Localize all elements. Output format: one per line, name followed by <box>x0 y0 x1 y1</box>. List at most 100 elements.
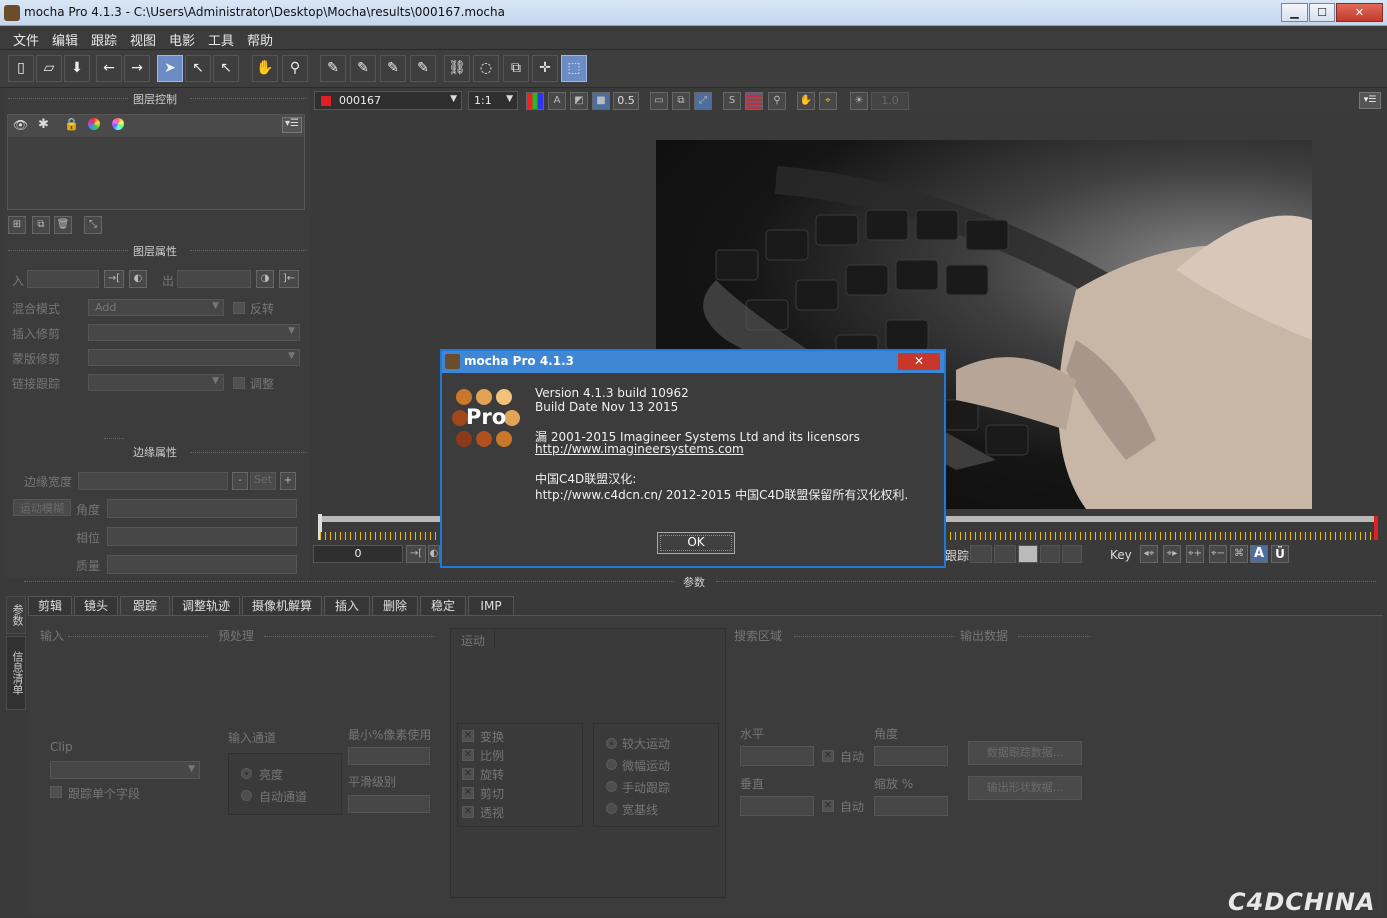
update-key-icon[interactable]: Ü <box>1271 545 1289 563</box>
redo-icon[interactable]: → <box>124 55 150 82</box>
menu-help[interactable]: 帮助 <box>247 30 273 49</box>
fit-icon[interactable]: ⤡ <box>84 216 102 234</box>
select-bezier-icon[interactable]: ↖ <box>185 55 211 82</box>
tab-insert[interactable]: 插入 <box>324 596 370 616</box>
add-layer-icon[interactable]: ⊞ <box>8 216 26 234</box>
tab-lens[interactable]: 镜头 <box>74 596 118 616</box>
delete-key-icon[interactable]: ⌖− <box>1209 545 1227 563</box>
delete-all-keys-icon[interactable]: ⌘ <box>1230 545 1248 563</box>
add-x-spline-icon[interactable]: ✎ <box>350 55 376 82</box>
rgb-channels-icon[interactable] <box>526 92 544 110</box>
hand-tool-icon[interactable]: ✋ <box>252 55 278 82</box>
link-icon[interactable]: ⛓ <box>444 55 470 82</box>
maximize-button[interactable]: ☐ <box>1309 3 1335 22</box>
save-file-icon[interactable]: ⬇ <box>64 55 90 82</box>
track-key-3[interactable] <box>1018 545 1038 563</box>
set-out-icon[interactable]: ]← <box>279 270 299 288</box>
add-point-icon[interactable]: ↖ <box>213 55 239 82</box>
in-key-icon[interactable]: ◐ <box>129 270 147 288</box>
color-picker-icon[interactable] <box>112 118 124 130</box>
prev-key-icon[interactable]: ◂⌖ <box>1140 545 1158 563</box>
delete-layer-icon[interactable]: 🗑 <box>54 216 72 234</box>
track-individual-checkbox[interactable] <box>50 786 62 798</box>
rotate-checkbox[interactable]: ✕ <box>462 768 474 780</box>
next-key-icon[interactable]: ⌖▸ <box>1163 545 1181 563</box>
move-icon[interactable]: ✛ <box>532 55 558 82</box>
menu-movie[interactable]: 电影 <box>169 30 195 49</box>
smooth-level-field[interactable] <box>348 795 430 813</box>
transform-checkbox[interactable]: ✕ <box>462 730 474 742</box>
opacity-field[interactable]: 0.5 <box>613 92 639 110</box>
menu-view[interactable]: 视图 <box>130 30 156 49</box>
perspective-checkbox[interactable]: ✕ <box>462 806 474 818</box>
menu-edit[interactable]: 编辑 <box>52 30 78 49</box>
shape-data-button[interactable]: 输出形状数据... <box>968 776 1082 800</box>
auto-key-icon[interactable]: A <box>1250 545 1268 563</box>
track-overlay-icon[interactable]: ⤢ <box>694 92 712 110</box>
motion-blur-button[interactable]: 运动模糊 <box>13 499 71 516</box>
clip-select[interactable]: ▼ <box>50 761 200 779</box>
lasso-icon[interactable]: ◌ <box>473 55 499 82</box>
tab-imp[interactable]: IMP <box>468 596 514 616</box>
x-spline-icon[interactable]: ✎ <box>320 55 346 82</box>
tab-track[interactable]: 跟踪 <box>120 596 170 616</box>
angle-field[interactable] <box>107 499 297 518</box>
phase-field[interactable] <box>107 527 297 546</box>
track-data-button[interactable]: 数据跟踪数据... <box>968 741 1082 765</box>
shear-checkbox[interactable]: ✕ <box>462 787 474 799</box>
menu-tools[interactable]: 工具 <box>208 30 234 49</box>
matte-clip-select[interactable]: ▼ <box>88 349 300 366</box>
monitor-icon[interactable]: ▭ <box>650 92 668 110</box>
layer-menu-icon[interactable]: ▾☰ <box>282 117 302 133</box>
track-key-5[interactable] <box>1062 545 1082 563</box>
manual-track-radio[interactable] <box>606 781 617 792</box>
tab-adjust-track[interactable]: 调整轨迹 <box>172 596 240 616</box>
overlay-icon[interactable]: ◩ <box>570 92 588 110</box>
select-tool-icon[interactable]: ➤ <box>157 55 183 82</box>
close-button[interactable]: ✕ <box>1336 3 1383 22</box>
bezier-spline-icon[interactable]: ✎ <box>380 55 406 82</box>
out-point-marker[interactable] <box>1374 516 1378 540</box>
grid-icon[interactable] <box>745 92 763 110</box>
website-link[interactable]: http://www.imagineersystems.com <box>535 442 744 456</box>
eye-icon[interactable]: 👁 <box>13 118 28 132</box>
auto-channel-radio[interactable] <box>241 790 252 801</box>
link-track-select[interactable]: ▼ <box>88 374 224 391</box>
stabilize-icon[interactable]: S <box>723 92 741 110</box>
adjust-checkbox[interactable] <box>233 377 245 389</box>
matte-icon[interactable]: ■ <box>592 92 610 110</box>
horizontal-field[interactable] <box>740 746 814 766</box>
in-field[interactable] <box>27 270 99 288</box>
min-pixels-field[interactable] <box>348 747 430 765</box>
viewer-menu-icon[interactable]: ▾☰ <box>1359 92 1381 109</box>
track-key-2[interactable] <box>994 545 1016 563</box>
duplicate-layer-icon[interactable]: ⧉ <box>32 216 50 234</box>
existing-planar-radio[interactable] <box>606 803 617 814</box>
out-key-icon[interactable]: ◑ <box>256 270 274 288</box>
quality-field[interactable] <box>107 555 297 574</box>
edge-plus-icon[interactable]: + <box>280 472 296 490</box>
edge-minus-icon[interactable]: - <box>232 472 248 490</box>
edge-width-field[interactable] <box>78 472 228 490</box>
out-field[interactable] <box>177 270 251 288</box>
horizontal-auto-checkbox[interactable]: ✕ <box>822 750 834 762</box>
undo-icon[interactable]: ← <box>96 55 122 82</box>
lock-icon[interactable]: 🔒 <box>64 117 79 131</box>
track-key-1[interactable] <box>970 545 992 563</box>
magnify-icon[interactable]: ⚲ <box>768 92 786 110</box>
vertical-field[interactable] <box>740 796 814 816</box>
tab-params[interactable]: 参数 <box>6 596 26 634</box>
bracket-icon[interactable]: ⌖ <box>819 92 837 110</box>
zoom-pct-field[interactable] <box>874 796 948 816</box>
add-bezier-spline-icon[interactable]: ✎ <box>410 55 436 82</box>
about-close-button[interactable]: ✕ <box>898 353 940 370</box>
insert-clip-select[interactable]: ▼ <box>88 324 300 341</box>
set-in-icon[interactable]: →[ <box>104 270 124 288</box>
frame-field[interactable]: 0 <box>313 545 403 563</box>
add-key-icon[interactable]: ⌖+ <box>1186 545 1204 563</box>
scale-checkbox[interactable]: ✕ <box>462 749 474 761</box>
alpha-channel-icon[interactable]: A <box>548 92 566 110</box>
transform-icon[interactable]: ⧉ <box>503 55 529 82</box>
surface-select-icon[interactable]: ⬚ <box>561 55 587 82</box>
tab-remove[interactable]: 删除 <box>372 596 418 616</box>
